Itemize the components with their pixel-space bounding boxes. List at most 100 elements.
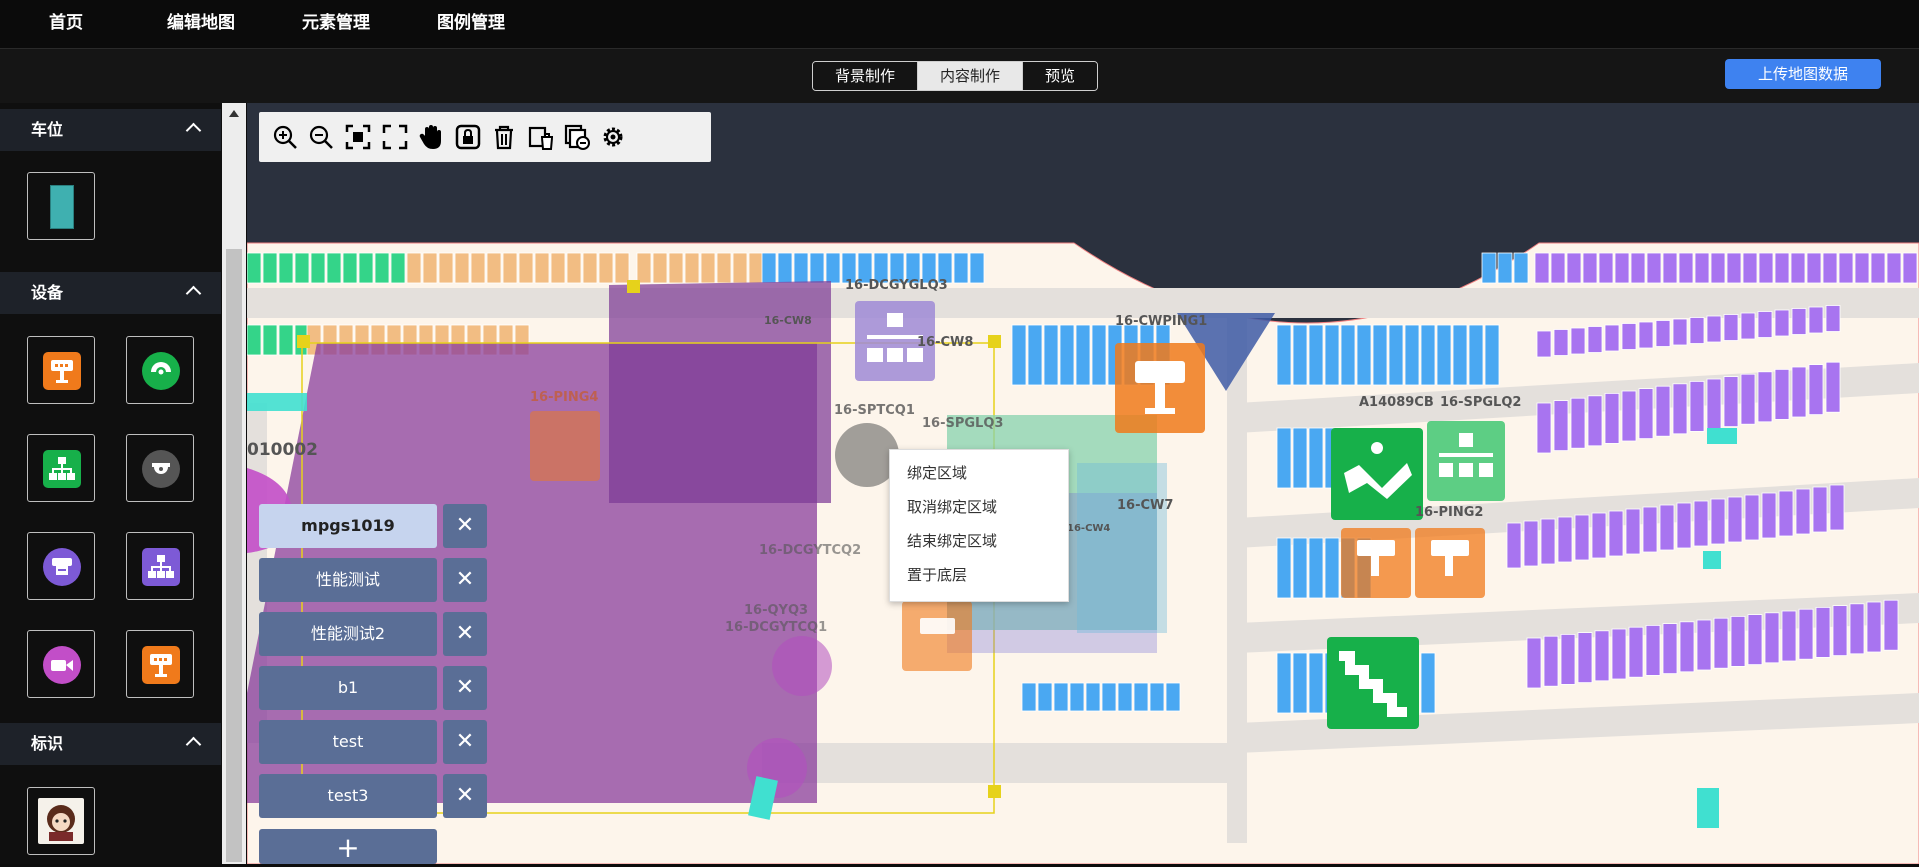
parking-space[interactable] [598, 252, 614, 284]
layer-delete-button[interactable]: ✕ [443, 504, 487, 548]
nav-element-management[interactable]: 元素管理 [302, 0, 370, 46]
parking-space[interactable] [1560, 634, 1576, 685]
section-header-signs[interactable]: 标识 [0, 723, 221, 765]
section-header-devices[interactable]: 设备 [0, 272, 221, 314]
parking-space[interactable] [1740, 373, 1756, 425]
scrollbar-thumb[interactable] [226, 249, 242, 862]
parking-space[interactable] [1536, 402, 1552, 454]
parking-space[interactable] [1774, 368, 1790, 420]
parking-space[interactable] [1808, 364, 1824, 416]
parking-space[interactable] [1621, 390, 1637, 442]
parking-space[interactable] [1059, 324, 1075, 386]
parking-space[interactable] [247, 252, 262, 284]
layer-item[interactable]: test3 [259, 774, 437, 818]
parking-space[interactable] [1757, 371, 1773, 423]
parking-space[interactable] [1133, 682, 1149, 712]
parking-space[interactable] [1587, 326, 1603, 353]
parking-space[interactable] [1883, 599, 1899, 651]
parking-space[interactable] [1706, 378, 1722, 430]
layer-delete-button[interactable]: ✕ [443, 612, 487, 656]
parking-space[interactable] [1553, 329, 1569, 356]
parking-space[interactable] [1854, 252, 1870, 284]
parking-space[interactable] [1117, 682, 1133, 712]
parking-space[interactable] [1388, 324, 1404, 386]
delete-layer-icon[interactable] [527, 123, 555, 151]
remove-layer-icon[interactable] [563, 123, 591, 151]
parking-space[interactable] [534, 252, 550, 284]
parking-space[interactable] [374, 252, 390, 284]
parking-space[interactable] [1638, 321, 1654, 349]
parking-space[interactable] [1829, 484, 1845, 531]
parking-space[interactable] [247, 324, 262, 356]
parking-space[interactable] [1678, 252, 1694, 284]
parking-space[interactable] [1740, 312, 1756, 340]
parking-space[interactable] [825, 252, 841, 284]
zoom-out-icon[interactable] [307, 123, 335, 151]
parking-space[interactable] [1886, 252, 1902, 284]
parking-space[interactable] [1149, 682, 1165, 712]
parking-space[interactable] [1308, 652, 1324, 714]
parking-space[interactable] [1659, 504, 1675, 551]
layer-item[interactable]: test [259, 720, 437, 764]
parking-space[interactable] [777, 252, 793, 284]
parking-space[interactable] [748, 252, 764, 284]
parking-space[interactable] [1710, 498, 1726, 545]
parking-space[interactable] [1621, 323, 1637, 350]
parking-space[interactable] [278, 252, 294, 284]
parking-space[interactable] [1506, 522, 1522, 569]
parking-space[interactable] [1292, 537, 1308, 599]
map-drawing[interactable] [247, 103, 1919, 864]
chevron-up-icon[interactable] [185, 736, 202, 753]
parking-space[interactable] [1276, 324, 1292, 386]
parking-space[interactable] [1870, 252, 1886, 284]
parking-space[interactable] [1761, 492, 1777, 539]
parking-space[interactable] [969, 252, 985, 284]
parking-space[interactable] [1723, 314, 1739, 341]
parking-space[interactable] [1308, 427, 1324, 489]
parking-space[interactable] [1608, 510, 1624, 557]
parking-space[interactable] [1356, 324, 1372, 386]
parking-space[interactable] [1730, 616, 1746, 667]
parking-space[interactable] [1557, 516, 1573, 563]
palette-device-network-purple[interactable] [126, 532, 194, 600]
parking-space[interactable] [550, 252, 566, 284]
parking-space[interactable] [1526, 637, 1542, 689]
parking-space[interactable] [1790, 252, 1806, 284]
parking-space[interactable] [1598, 252, 1614, 284]
parking-space[interactable] [1679, 621, 1695, 673]
parking-space[interactable] [278, 324, 294, 356]
parking-space[interactable] [1764, 612, 1780, 664]
palette-device-video-camera-pink[interactable] [27, 630, 95, 698]
parking-space[interactable] [1625, 508, 1641, 555]
parking-space[interactable] [1292, 427, 1308, 489]
parking-space[interactable] [1758, 252, 1774, 284]
parking-space[interactable] [1815, 606, 1831, 658]
parking-space[interactable] [1774, 309, 1790, 337]
parking-space[interactable] [1696, 619, 1712, 671]
parking-space[interactable] [1553, 400, 1569, 452]
parking-space[interactable] [716, 252, 732, 284]
parking-space[interactable] [1324, 537, 1340, 599]
chevron-up-icon[interactable] [185, 122, 202, 139]
parking-space[interactable] [1791, 366, 1807, 418]
parking-space[interactable] [1646, 252, 1662, 284]
parking-space[interactable] [470, 252, 486, 284]
palette-device-guide-screen-orange-2[interactable] [126, 630, 194, 698]
palette-device-guide-screen-purple[interactable] [27, 532, 95, 600]
parking-space[interactable] [1774, 252, 1790, 284]
parking-space[interactable] [1611, 628, 1627, 680]
parking-space[interactable] [1645, 625, 1661, 676]
parking-space[interactable] [1672, 318, 1688, 346]
parking-space[interactable] [1372, 324, 1388, 386]
parking-space[interactable] [1091, 324, 1107, 386]
parking-space[interactable] [1822, 252, 1838, 284]
menu-item-bind-area[interactable]: 绑定区域 [907, 462, 967, 483]
layer-delete-button[interactable]: ✕ [443, 666, 487, 710]
parking-space[interactable] [700, 252, 716, 284]
parking-space[interactable] [1795, 488, 1811, 535]
parking-space[interactable] [1420, 652, 1436, 714]
parking-space[interactable] [1037, 682, 1053, 712]
parking-space[interactable] [1676, 502, 1692, 549]
parking-space[interactable] [1540, 518, 1556, 565]
parking-space[interactable] [1791, 308, 1807, 335]
